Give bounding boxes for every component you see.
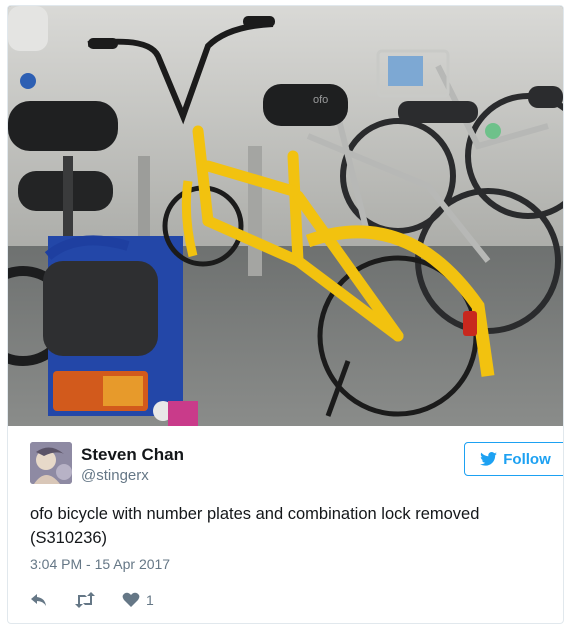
tweet-author: Steven Chan @stingerx Follow (30, 442, 563, 492)
reply-button[interactable] (30, 592, 48, 608)
retweet-icon (74, 592, 96, 608)
seat-brand-label: ofo (313, 94, 328, 106)
tweet-card: ofo Steven Chan @stingerx Follow ofo bic… (7, 5, 564, 624)
bicycle-photo: ofo (8, 6, 563, 426)
like-button[interactable]: 1 (122, 592, 154, 608)
heart-icon (122, 592, 140, 608)
tweet-timestamp[interactable]: 3:04 PM - 15 Apr 2017 (30, 556, 170, 572)
reply-icon (30, 592, 48, 608)
follow-label: Follow (503, 450, 551, 468)
avatar-image (30, 442, 72, 484)
retweet-button[interactable] (74, 592, 96, 608)
tweet-photo[interactable]: ofo (8, 6, 563, 426)
follow-button[interactable]: Follow (464, 442, 563, 476)
avatar[interactable] (30, 442, 72, 484)
tweet-text: ofo bicycle with number plates and combi… (30, 505, 480, 547)
like-count: 1 (146, 592, 154, 608)
tweet-actions: 1 (30, 590, 180, 610)
twitter-bird-icon (480, 452, 498, 466)
author-handle[interactable]: @stingerx (81, 467, 149, 484)
author-name[interactable]: Steven Chan (81, 445, 184, 465)
